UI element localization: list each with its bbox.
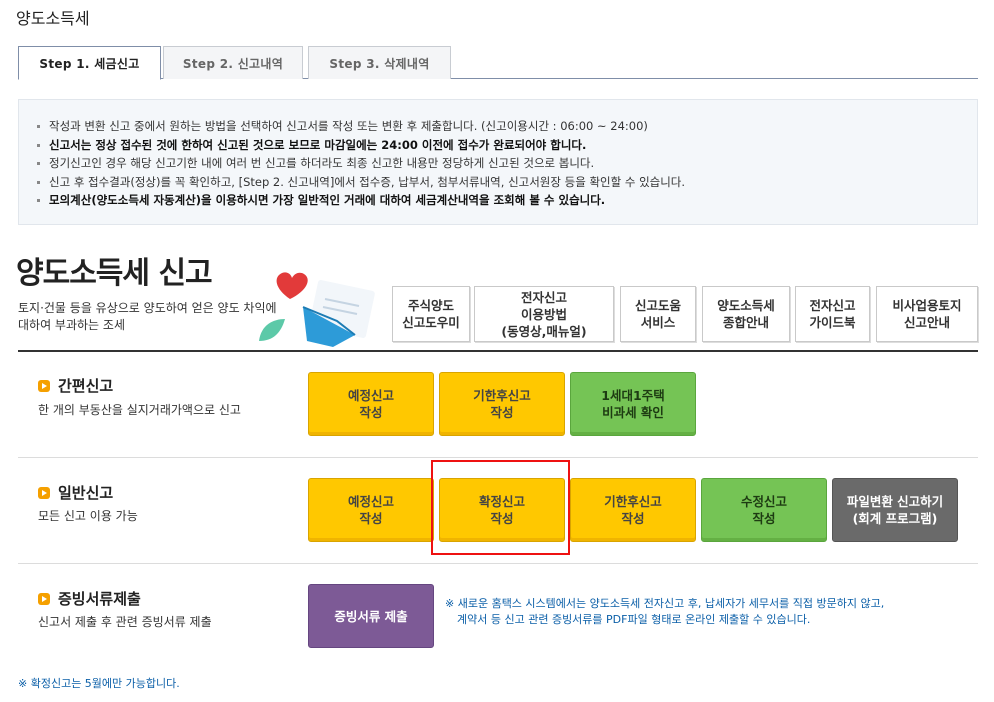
evidence-submit-title: 증빙서류제출 [38, 588, 141, 609]
notice-item: 신고서는 정상 접수된 것에 한하여 신고된 것으로 보므로 마감일에는 24:… [37, 136, 685, 155]
tab-step3[interactable]: Step 3. 삭제내역 [308, 46, 451, 79]
evidence-submit-desc: 신고서 제출 후 관련 증빙서류 제출 [38, 615, 212, 629]
hero-title: 양도소득세 신고 [16, 256, 213, 291]
button-label: (회계 프로그램) [852, 511, 938, 526]
section-divider [18, 350, 978, 352]
tab-step1[interactable]: Step 1. 세금신고 [18, 46, 161, 80]
tab-step2[interactable]: Step 2. 신고내역 [163, 46, 303, 79]
section-divider [18, 563, 978, 564]
button-label: 작성 [752, 511, 776, 526]
highlight-box [431, 460, 570, 555]
simple-filing-title: 간편신고 [38, 375, 113, 396]
envelope-icon [302, 280, 375, 347]
note-line: ※ 새로운 홈택스 시스템에서는 양도소득세 전자신고 후, 납세자가 세무서를… [445, 597, 885, 610]
service-label: 전자신고 [520, 289, 567, 305]
button-label: 비과세 확인 [602, 405, 664, 420]
general-preliminary-button[interactable]: 예정신고작성 [308, 478, 434, 542]
amended-filing-button[interactable]: 수정신고작성 [701, 478, 827, 542]
service-label: 종합안내 [722, 315, 769, 330]
button-label: 기한후신고 [604, 494, 662, 509]
service-overview[interactable]: 양도소득세종합안내 [702, 286, 790, 342]
simple-late-filing-button[interactable]: 기한후신고작성 [439, 372, 565, 436]
service-nonbusiness-land[interactable]: 비사업용토지신고안내 [876, 286, 978, 342]
section-title-text: 간편신고 [58, 377, 114, 395]
button-label: 예정신고 [347, 388, 394, 403]
section-bullet-icon [38, 379, 50, 392]
general-late-filing-button[interactable]: 기한후신고작성 [570, 478, 696, 542]
evidence-note: ※ 새로운 홈택스 시스템에서는 양도소득세 전자신고 후, 납세자가 세무서를… [445, 596, 884, 628]
button-label: 1세대1주택 [601, 388, 665, 403]
service-label: 신고안내 [903, 315, 950, 330]
service-label: (동영상,매뉴얼) [501, 323, 587, 339]
service-label: 양도소득세 [717, 298, 775, 313]
notice-item: 모의계산(양도소득세 자동계산)을 이용하시면 가장 일반적인 거래에 대하여 … [37, 191, 685, 210]
simple-filing-desc: 한 개의 부동산을 실지거래가액으로 신고 [38, 403, 241, 417]
section-divider [18, 457, 978, 458]
button-label: 작성 [359, 405, 383, 420]
service-help[interactable]: 신고도움서비스 [620, 286, 696, 342]
button-label: 수정신고 [740, 494, 787, 509]
page-title: 양도소득세 [16, 9, 90, 28]
one-house-exemption-button[interactable]: 1세대1주택비과세 확인 [570, 372, 696, 436]
section-bullet-icon [38, 486, 50, 499]
service-e-filing-howto[interactable]: 전자신고 이용방법 (동영상,매뉴얼) [474, 286, 614, 342]
notice-item: 작성과 변환 신고 중에서 원하는 방법을 선택하여 신고서를 작성 또는 변환… [37, 117, 685, 136]
service-label: 가이드북 [809, 315, 856, 330]
service-label: 신고도움 [634, 298, 681, 313]
notice-box: 작성과 변환 신고 중에서 원하는 방법을 선택하여 신고서를 작성 또는 변환… [18, 99, 978, 225]
button-label: 기한후신고 [473, 388, 531, 403]
service-label: 서비스 [640, 315, 676, 330]
note-line: 계약서 등 신고 관련 증빙서류를 PDF파일 형태로 온라인 제출할 수 있습… [457, 613, 811, 626]
service-guidebook[interactable]: 전자신고가이드북 [795, 286, 870, 342]
button-label: 작성 [359, 511, 383, 526]
file-conversion-button[interactable]: 파일변환 신고하기 (회계 프로그램) [832, 478, 958, 542]
general-filing-title: 일반신고 [38, 482, 113, 503]
service-stock-transfer-helper[interactable]: 주식양도신고도우미 [392, 286, 470, 342]
notice-item: 정기신고인 경우 해당 신고기한 내에 여러 번 신고를 하더라도 최종 신고한… [37, 154, 685, 173]
service-label: 전자신고 [809, 298, 856, 313]
button-label: 작성 [621, 511, 645, 526]
evidence-submit-button[interactable]: 증빙서류 제출 [308, 584, 434, 648]
service-label: 주식양도 [407, 298, 454, 313]
button-label: 파일변환 신고하기 [846, 494, 944, 509]
service-label: 이용방법 [520, 306, 567, 322]
service-label: 비사업용토지 [892, 298, 962, 313]
section-title-text: 일반신고 [58, 484, 114, 502]
simple-preliminary-button[interactable]: 예정신고작성 [308, 372, 434, 436]
general-filing-desc: 모든 신고 이용 가능 [38, 509, 138, 523]
step-tabs: Step 1. 세금신고 Step 2. 신고내역 Step 3. 삭제내역 [18, 46, 978, 80]
notice-item: 신고 후 접수결과(정상)를 꼭 확인하고, [Step 2. 신고내역]에서 … [37, 173, 685, 192]
button-label: 예정신고 [347, 494, 394, 509]
footer-note: ※ 확정신고는 5월에만 가능합니다. [18, 677, 180, 690]
service-label: 신고도우미 [402, 315, 460, 330]
button-label: 작성 [490, 405, 514, 420]
section-title-text: 증빙서류제출 [58, 590, 141, 608]
leaf-icon [259, 319, 285, 341]
hero-illustration [259, 272, 375, 347]
section-bullet-icon [38, 592, 50, 605]
heart-icon [276, 272, 308, 299]
